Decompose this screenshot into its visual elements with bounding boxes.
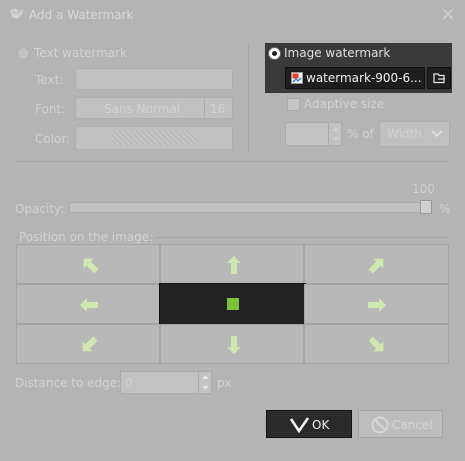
- arrow-up-icon: [224, 255, 244, 275]
- arrow-up-right-icon: [367, 255, 387, 275]
- color-label: Color:: [35, 132, 71, 146]
- text-watermark-label: Text watermark: [34, 46, 127, 60]
- arrow-down-icon: [224, 335, 244, 355]
- color-picker-button[interactable]: [75, 126, 233, 150]
- cancel-icon: [371, 416, 389, 434]
- checkmark-icon: [290, 417, 310, 433]
- spin-arrows-icon: [202, 375, 209, 390]
- arrow-down-right-icon: [367, 335, 387, 355]
- percent-of-label: % of: [347, 127, 374, 141]
- position-top[interactable]: [160, 244, 304, 284]
- close-icon: [442, 8, 454, 20]
- percent-spin-arrows[interactable]: [328, 123, 341, 145]
- arrow-up-left-icon: [80, 255, 100, 275]
- position-bottom-right[interactable]: [304, 324, 449, 364]
- image-file-name: watermark-900-6...: [306, 71, 422, 85]
- arrow-right-icon: [367, 295, 387, 315]
- image-file-button[interactable]: watermark-900-6...: [285, 67, 425, 89]
- position-top-left[interactable]: [16, 244, 160, 284]
- position-bottom-left[interactable]: [16, 324, 160, 364]
- distance-unit: px: [217, 376, 232, 390]
- image-watermark-radio[interactable]: [268, 47, 281, 60]
- chevron-down-icon: [431, 129, 443, 139]
- distance-value: 0: [125, 376, 133, 390]
- image-watermark-label: Image watermark: [284, 46, 391, 60]
- dimension-value: Width: [387, 127, 422, 141]
- spin-arrows-icon: [332, 127, 339, 141]
- position-right[interactable]: [304, 284, 449, 324]
- distance-label: Distance to edge:: [15, 376, 122, 390]
- position-left[interactable]: [16, 284, 160, 324]
- horizontal-divider: [15, 161, 449, 162]
- font-divider: [204, 100, 205, 116]
- font-size: 16: [210, 102, 226, 116]
- text-input[interactable]: [75, 68, 233, 90]
- section-divider: [248, 44, 249, 152]
- opacity-label: Opacity:: [15, 202, 65, 216]
- image-file-icon: [291, 72, 303, 84]
- opacity-value: 100: [412, 182, 435, 196]
- cancel-label: Cancel: [392, 418, 433, 432]
- adaptive-size-checkbox[interactable]: [287, 98, 300, 111]
- position-bottom[interactable]: [160, 324, 304, 364]
- font-picker-button[interactable]: Sans Normal 16: [75, 97, 233, 119]
- cancel-button[interactable]: Cancel: [358, 410, 443, 438]
- open-file-button[interactable]: [427, 67, 451, 89]
- opacity-unit: %: [439, 202, 451, 216]
- adaptive-size-label: Adaptive size: [304, 97, 385, 111]
- center-square-icon: [227, 298, 239, 310]
- position-center[interactable]: [159, 283, 306, 325]
- opacity-slider-track[interactable]: [69, 202, 429, 213]
- app-logo-icon: [9, 7, 25, 21]
- font-name: Sans Normal: [104, 102, 181, 116]
- position-top-right[interactable]: [304, 244, 449, 284]
- window-title: Add a Watermark: [29, 8, 134, 22]
- text-label: Text:: [35, 73, 64, 87]
- distance-spin-arrows[interactable]: [198, 372, 211, 393]
- font-label: Font:: [35, 102, 66, 116]
- dimension-select[interactable]: Width: [379, 121, 450, 147]
- position-label: Position on the image:: [19, 230, 156, 244]
- folder-open-icon: [433, 72, 446, 84]
- close-button[interactable]: [440, 6, 456, 22]
- distance-spinbox[interactable]: 0: [120, 371, 212, 394]
- ok-label: OK: [312, 418, 330, 432]
- color-swatch: [112, 131, 196, 145]
- ok-button[interactable]: OK: [266, 410, 352, 438]
- arrow-down-left-icon: [79, 335, 99, 355]
- percent-spinbox[interactable]: [285, 122, 342, 146]
- text-watermark-radio[interactable]: [17, 47, 30, 60]
- opacity-slider-handle[interactable]: [420, 200, 432, 214]
- arrow-left-icon: [79, 295, 99, 315]
